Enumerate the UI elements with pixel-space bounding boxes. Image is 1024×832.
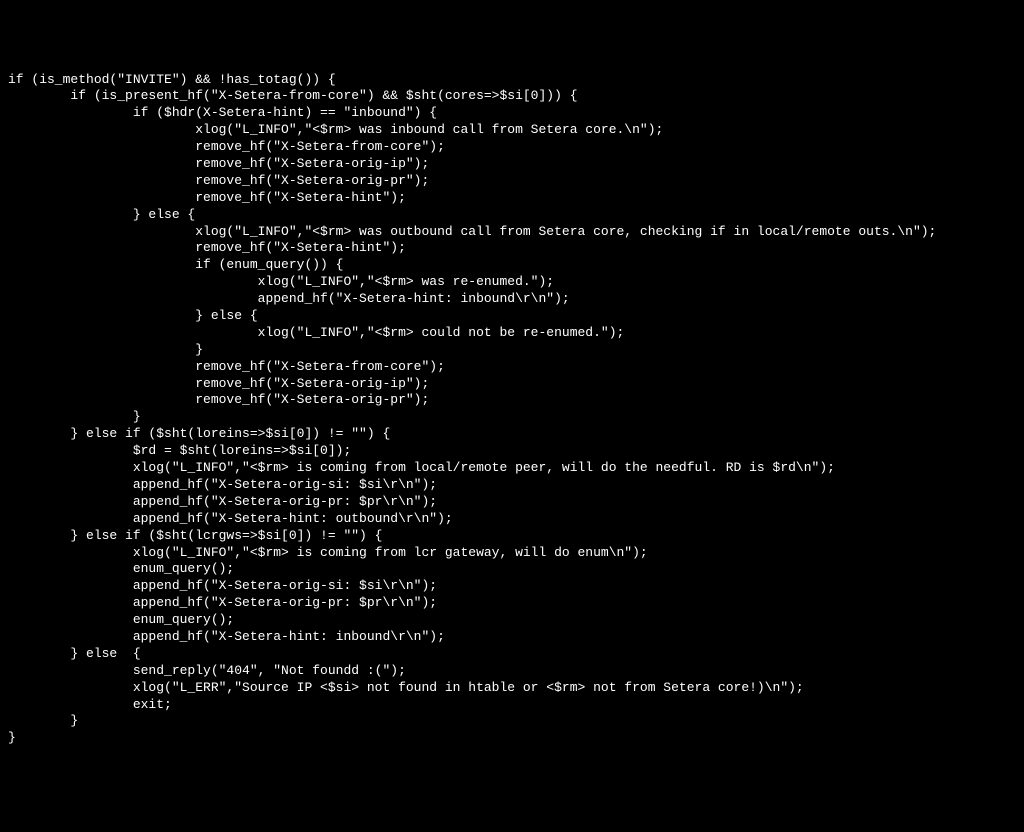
code-line: if ($hdr(X-Setera-hint) == "inbound") { bbox=[8, 105, 1016, 122]
code-line: append_hf("X-Setera-orig-pr: $pr\r\n"); bbox=[8, 595, 1016, 612]
code-line: remove_hf("X-Setera-orig-pr"); bbox=[8, 173, 1016, 190]
code-line: $rd = $sht(loreins=>$si[0]); bbox=[8, 443, 1016, 460]
code-line: send_reply("404", "Not foundd :("); bbox=[8, 663, 1016, 680]
code-line: xlog("L_ERR","Source IP <$si> not found … bbox=[8, 680, 1016, 697]
code-line: } else { bbox=[8, 308, 1016, 325]
code-line: append_hf("X-Setera-hint: inbound\r\n"); bbox=[8, 629, 1016, 646]
code-line: append_hf("X-Setera-orig-si: $si\r\n"); bbox=[8, 578, 1016, 595]
code-line: if (is_present_hf("X-Setera-from-core") … bbox=[8, 88, 1016, 105]
code-line: enum_query(); bbox=[8, 561, 1016, 578]
code-line: xlog("L_INFO","<$rm> was inbound call fr… bbox=[8, 122, 1016, 139]
code-line: xlog("L_INFO","<$rm> is coming from lcr … bbox=[8, 545, 1016, 562]
code-line: append_hf("X-Setera-orig-pr: $pr\r\n"); bbox=[8, 494, 1016, 511]
code-line: } bbox=[8, 342, 1016, 359]
code-line: xlog("L_INFO","<$rm> could not be re-enu… bbox=[8, 325, 1016, 342]
code-line: exit; bbox=[8, 697, 1016, 714]
code-editor[interactable]: if (is_method("INVITE") && !has_totag())… bbox=[8, 72, 1016, 748]
code-line: remove_hf("X-Setera-hint"); bbox=[8, 190, 1016, 207]
code-line: } else if ($sht(loreins=>$si[0]) != "") … bbox=[8, 426, 1016, 443]
code-line: append_hf("X-Setera-orig-si: $si\r\n"); bbox=[8, 477, 1016, 494]
code-line: } bbox=[8, 713, 1016, 730]
code-line: } else { bbox=[8, 207, 1016, 224]
code-line: remove_hf("X-Setera-orig-ip"); bbox=[8, 156, 1016, 173]
code-line: enum_query(); bbox=[8, 612, 1016, 629]
code-line: } else if ($sht(lcrgws=>$si[0]) != "") { bbox=[8, 528, 1016, 545]
code-line: append_hf("X-Setera-hint: outbound\r\n")… bbox=[8, 511, 1016, 528]
code-line: remove_hf("X-Setera-hint"); bbox=[8, 240, 1016, 257]
code-line: append_hf("X-Setera-hint: inbound\r\n"); bbox=[8, 291, 1016, 308]
code-line: } bbox=[8, 409, 1016, 426]
code-line: xlog("L_INFO","<$rm> was outbound call f… bbox=[8, 224, 1016, 241]
code-line: remove_hf("X-Setera-from-core"); bbox=[8, 359, 1016, 376]
code-line: remove_hf("X-Setera-from-core"); bbox=[8, 139, 1016, 156]
code-line: xlog("L_INFO","<$rm> is coming from loca… bbox=[8, 460, 1016, 477]
code-line: xlog("L_INFO","<$rm> was re-enumed."); bbox=[8, 274, 1016, 291]
code-line: remove_hf("X-Setera-orig-pr"); bbox=[8, 392, 1016, 409]
code-line: remove_hf("X-Setera-orig-ip"); bbox=[8, 376, 1016, 393]
code-line: } bbox=[8, 730, 1016, 747]
code-line: if (enum_query()) { bbox=[8, 257, 1016, 274]
code-line: if (is_method("INVITE") && !has_totag())… bbox=[8, 72, 1016, 89]
code-line: } else { bbox=[8, 646, 1016, 663]
